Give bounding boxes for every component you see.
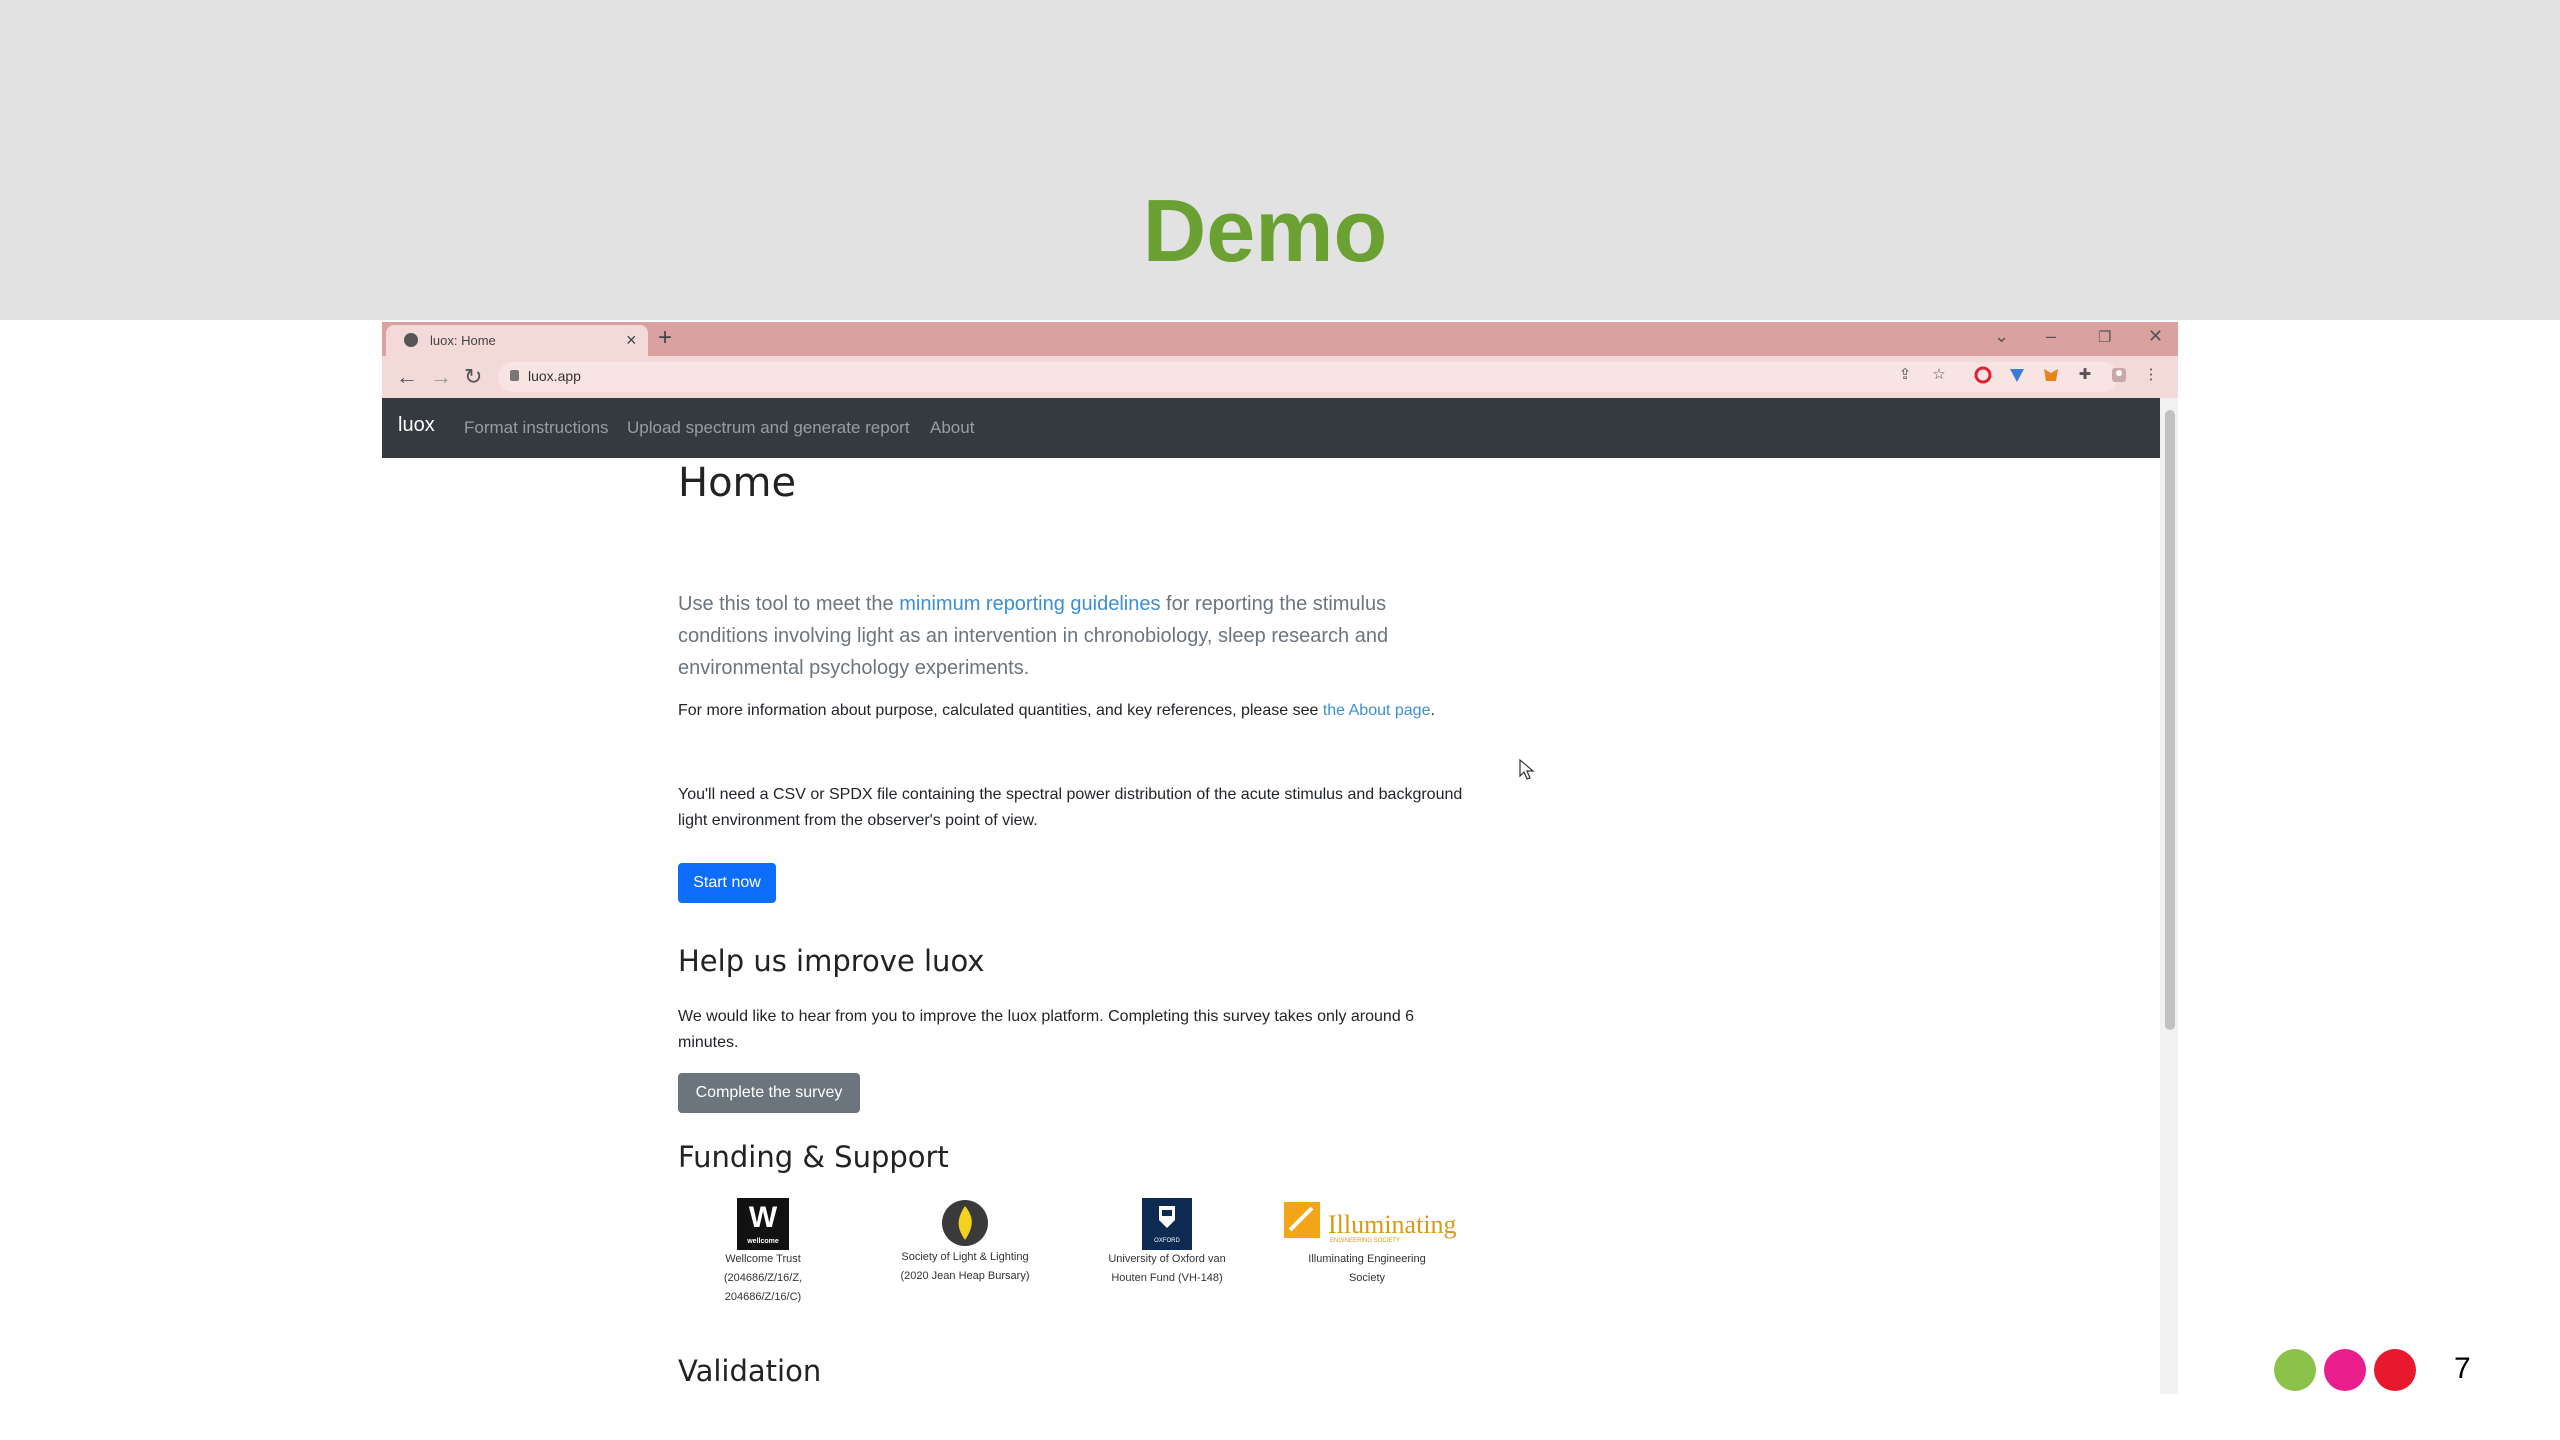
metamask-extension-icon[interactable] (2042, 366, 2060, 384)
tab-search-icon[interactable]: ⌄ (1994, 326, 2009, 347)
improve-heading: Help us improve luox (678, 944, 985, 978)
page-viewport: luox Format instructions Upload spectrum… (382, 398, 2160, 1394)
lock-icon (510, 370, 519, 381)
ies-logo-card: Illuminating ENGINEERING SOCIETY Illumin… (1278, 1198, 1457, 1288)
complete-survey-button[interactable]: Complete the survey (678, 1073, 860, 1113)
sll-flame-logo (940, 1198, 990, 1248)
globe-icon (404, 333, 418, 347)
file-requirement-paragraph: You'll need a CSV or SPDX file containin… (678, 786, 1463, 829)
navbar-brand[interactable]: luox (398, 414, 435, 437)
logo-caption: Illuminating Engineering Society (1308, 1253, 1426, 1284)
green-dot (2274, 1349, 2316, 1391)
reporting-guidelines-link[interactable]: minimum reporting guidelines (899, 593, 1160, 615)
profile-icon[interactable] (2110, 366, 2128, 384)
red-dot (2374, 1349, 2416, 1391)
intro-lead: Use this tool to meet the minimum report… (678, 588, 1468, 684)
minimize-button[interactable]: – (2046, 326, 2056, 347)
oxford-logo-card: OXFORD University of Oxford van Houten Fu… (1078, 1198, 1256, 1288)
tab-title: luox: Home (430, 333, 496, 348)
nav-link-upload-spectrum[interactable]: Upload spectrum and generate report (627, 418, 910, 438)
scrollbar-thumb[interactable] (2165, 410, 2175, 1030)
extensions-puzzle-icon[interactable]: ✚ (2076, 366, 2094, 384)
share-icon[interactable]: ⇪ (1896, 366, 1914, 384)
browser-window: luox: Home × + ⌄ – ❐ ✕ ← → ↻ luox.app ⇪ … (382, 322, 2178, 1394)
nav-link-about[interactable]: About (930, 418, 974, 438)
close-window-button[interactable]: ✕ (2148, 326, 2163, 347)
mouse-cursor-icon (1519, 758, 1535, 780)
info-text-after: . (1430, 702, 1435, 719)
slide-title: Demo (1142, 181, 1388, 280)
start-now-button[interactable]: Start now (678, 863, 776, 903)
opera-extension-icon[interactable] (1974, 366, 1992, 384)
wellcome-logo-card: Wwellcome Wellcome Trust (204686/Z/16/Z, 2… (674, 1198, 852, 1307)
browser-tab-luox-home[interactable]: luox: Home × (386, 325, 648, 356)
validation-heading: Validation (678, 1354, 822, 1388)
sll-logo-card: Society of Light & Lighting (2020 Jean He… (876, 1198, 1054, 1286)
info-text-before: For more information about purpose, calc… (678, 702, 1323, 719)
close-tab-icon[interactable]: × (626, 330, 637, 351)
nav-link-format-instructions[interactable]: Format instructions (464, 418, 609, 438)
address-bar[interactable]: luox.app (498, 362, 2118, 392)
logo-caption: Society of Light & Lighting (2020 Jean He… (900, 1251, 1030, 1282)
url-text: luox.app (528, 368, 581, 384)
wellcome-logo: Wwellcome (737, 1198, 789, 1250)
funding-heading: Funding & Support (678, 1140, 949, 1174)
page-scrollbar[interactable] (2160, 398, 2178, 1394)
forward-arrow-icon[interactable]: → (430, 364, 452, 390)
survey-paragraph: We would like to hear from you to improv… (678, 1008, 1415, 1051)
slide-page-number: 7 (2454, 1352, 2471, 1385)
logo-caption: Wellcome Trust (204686/Z/16/Z, 204686/Z/16… (723, 1253, 803, 1303)
restore-button[interactable]: ❐ (2098, 328, 2111, 346)
page-title: Home (678, 460, 797, 506)
about-info-paragraph: For more information about purpose, calc… (678, 698, 1468, 724)
reload-icon[interactable]: ↻ (464, 364, 482, 390)
address-toolbar: ← → ↻ luox.app ⇪ ☆ ✚ ⋮ (382, 356, 2178, 398)
site-navbar: luox Format instructions Upload spectrum… (382, 398, 2160, 458)
about-page-link[interactable]: the About page (1323, 702, 1431, 719)
bookmark-star-icon[interactable]: ☆ (1930, 366, 1948, 384)
back-arrow-icon[interactable]: ← (396, 364, 418, 390)
lead-text-before: Use this tool to meet the (678, 593, 900, 615)
browser-menu-icon[interactable]: ⋮ (2142, 366, 2160, 384)
vpn-extension-icon[interactable] (2008, 366, 2026, 384)
new-tab-button[interactable]: + (658, 324, 672, 352)
tab-strip: luox: Home × + ⌄ – ❐ ✕ (382, 322, 2178, 356)
ies-logo: Illuminating ENGINEERING SOCIETY (1278, 1198, 1457, 1250)
logo-caption: University of Oxford van Houten Fund (VH-… (1108, 1253, 1226, 1284)
pink-dot (2324, 1349, 2366, 1391)
oxford-crest-logo: OXFORD (1142, 1198, 1192, 1250)
